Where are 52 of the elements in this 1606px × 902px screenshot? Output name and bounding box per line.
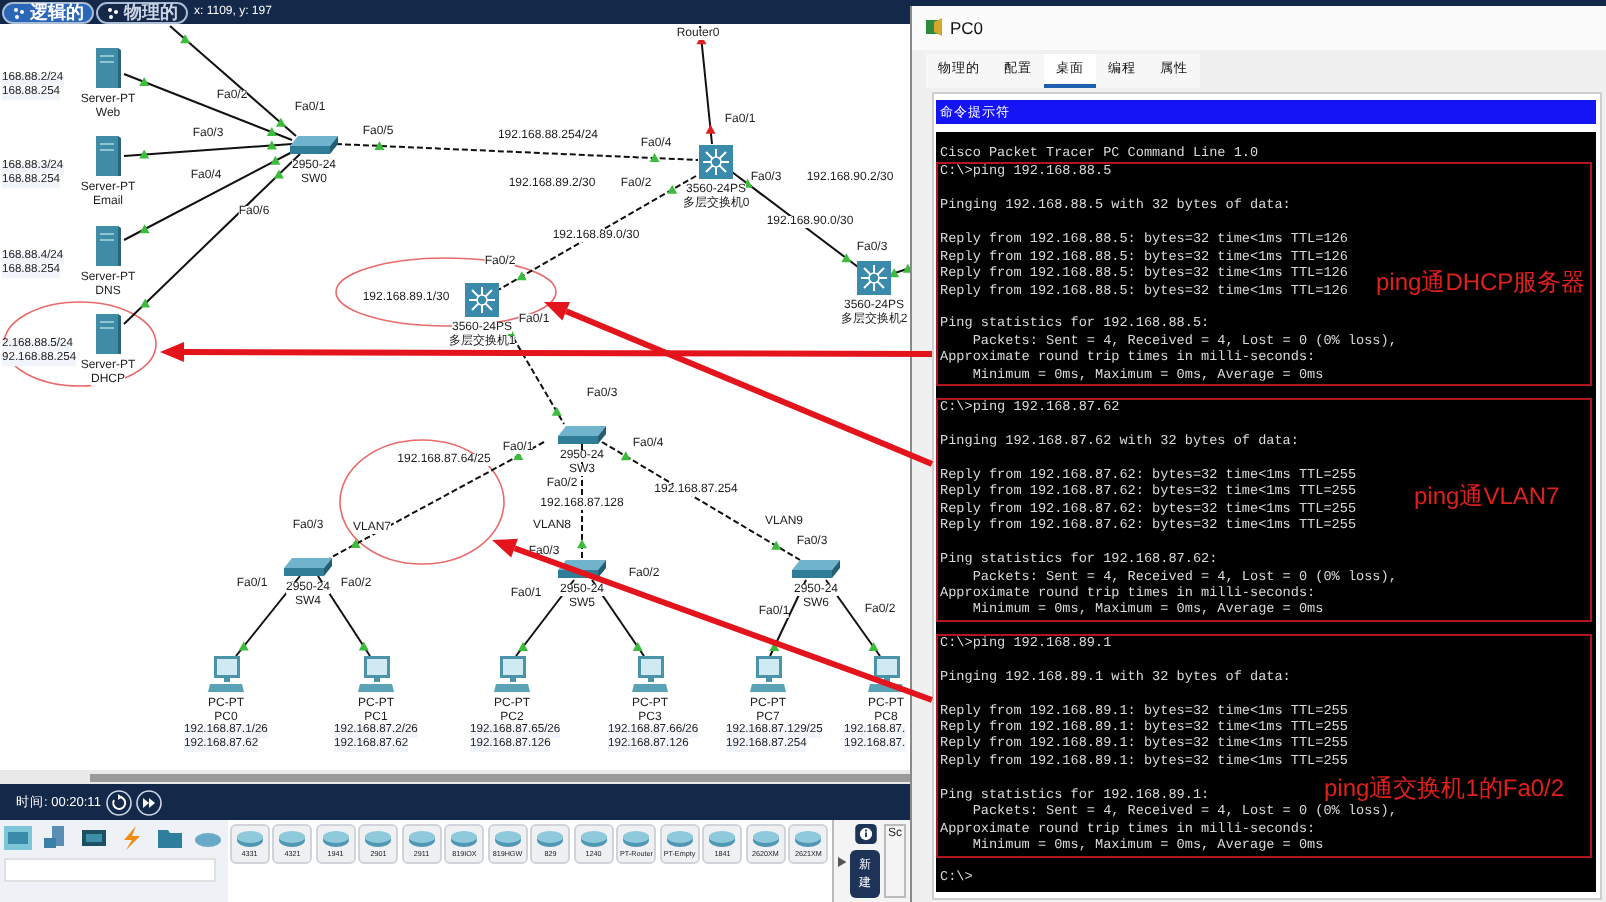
- router-icon: [794, 830, 823, 848]
- computer-icon[interactable]: [494, 654, 530, 694]
- reset-icon[interactable]: [106, 789, 133, 815]
- search-field[interactable]: [4, 858, 216, 882]
- router-icon: [622, 830, 651, 848]
- router-icon: [536, 830, 565, 848]
- switch-icon[interactable]: [558, 557, 606, 579]
- computer-icon[interactable]: [358, 654, 394, 694]
- router-icon: [321, 830, 350, 848]
- router-icon: [579, 830, 608, 848]
- switch-icon[interactable]: [290, 133, 338, 155]
- computer-icon[interactable]: [208, 654, 244, 694]
- scrollbar[interactable]: [90, 773, 910, 781]
- computer-icon[interactable]: [632, 654, 668, 694]
- router-icon: [278, 830, 307, 848]
- switch-icon[interactable]: [792, 557, 840, 579]
- router-icon: [407, 830, 436, 848]
- info-icon[interactable]: [851, 824, 880, 844]
- computer-icon[interactable]: [868, 654, 904, 694]
- multilayer-switch-icon[interactable]: [698, 144, 734, 180]
- router-icon: [493, 830, 522, 848]
- switch-icon[interactable]: [558, 423, 606, 445]
- server-icon[interactable]: [94, 224, 122, 268]
- chip-icon[interactable]: [80, 826, 108, 850]
- multilayer-switch-icon[interactable]: [464, 282, 500, 318]
- annotation-text: ping通交换机1的Fa0/2: [1324, 775, 1565, 800]
- link-line: [889, 263, 910, 278]
- terminal[interactable]: [936, 132, 1596, 892]
- router-icon: [751, 830, 780, 848]
- folder-icon[interactable]: [156, 826, 184, 850]
- computer-icon[interactable]: [42, 826, 70, 850]
- dots-icon: [106, 5, 120, 19]
- server-icon[interactable]: [94, 134, 122, 178]
- router-icon: [708, 830, 737, 848]
- server-icon[interactable]: [94, 312, 122, 356]
- dots-icon: [12, 5, 26, 19]
- pc-window-icon: [924, 18, 944, 38]
- view-mode-tab[interactable]: 逻辑的: [2, 1, 94, 23]
- multilayer-switch-icon[interactable]: [856, 260, 892, 296]
- router-icon: [364, 830, 393, 848]
- router-icon: [235, 830, 264, 848]
- router-icon: [450, 830, 479, 848]
- fast-forward-icon[interactable]: [136, 789, 163, 815]
- annotation-text: ping通VLAN7: [1414, 484, 1560, 509]
- expand-arrow-icon[interactable]: [837, 855, 847, 867]
- window-title: PC0: [950, 18, 984, 38]
- annotation-text: ping通DHCP服务器: [1376, 270, 1586, 295]
- computer-icon[interactable]: [750, 654, 786, 694]
- switch-icon[interactable]: [284, 555, 332, 577]
- server-icon[interactable]: [94, 46, 122, 90]
- view-mode-tab[interactable]: 物理的: [96, 1, 188, 23]
- router-icon: [665, 830, 694, 848]
